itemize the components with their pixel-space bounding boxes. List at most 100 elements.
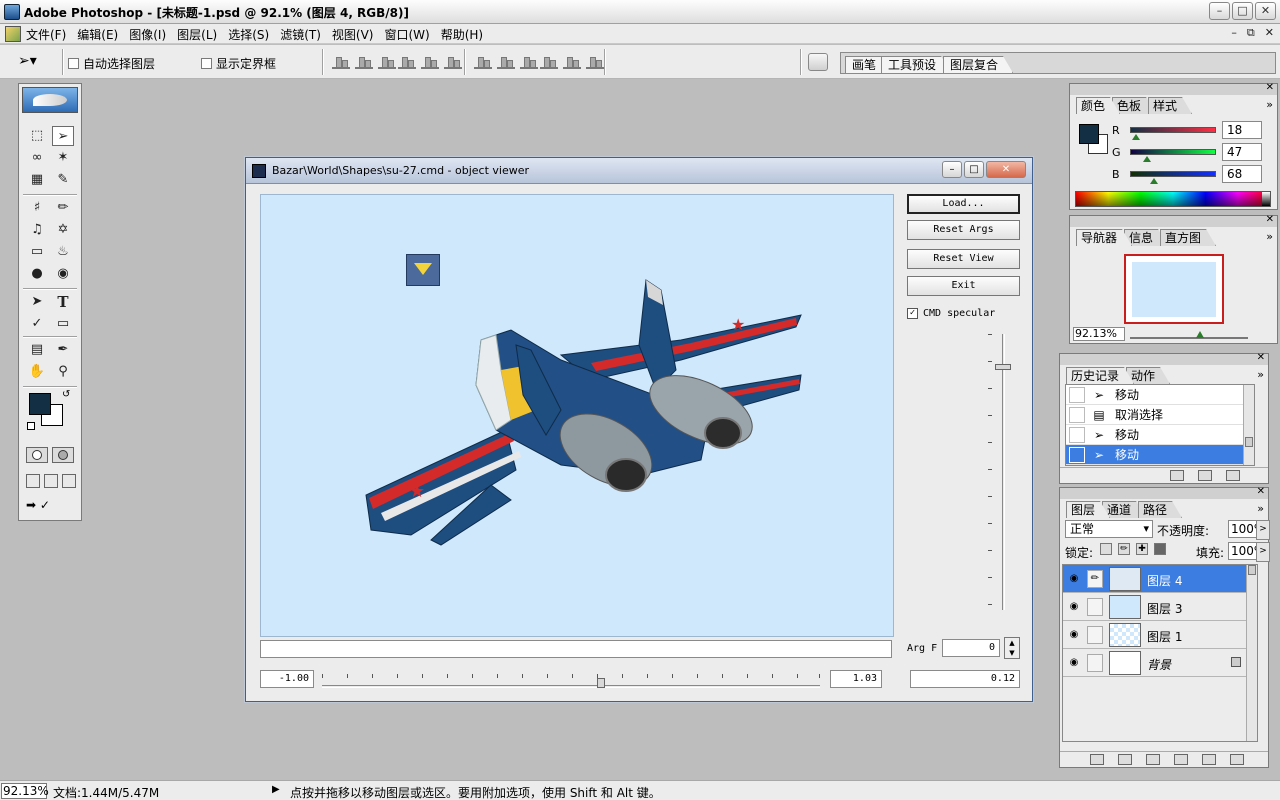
hand-tool-icon[interactable]: ✋	[26, 362, 48, 382]
layer-style-icon[interactable]	[1090, 754, 1104, 765]
eye-icon[interactable]: ◉	[1066, 600, 1082, 614]
jump-to-imageready-icon[interactable]: ➡ ✓	[26, 498, 76, 516]
doc-close-button[interactable]: ✕	[1265, 26, 1274, 40]
3d-viewport[interactable]: ★ ★	[260, 194, 894, 637]
history-source-box[interactable]	[1069, 426, 1085, 443]
vertical-slider-thumb[interactable]	[995, 364, 1011, 370]
slider-max-value[interactable]: 1.03	[830, 670, 882, 688]
navigator-thumbnail[interactable]	[1124, 254, 1224, 324]
eraser-tool-icon[interactable]: ▭	[26, 242, 48, 262]
navigator-zoom-input[interactable]: 92.13%	[1073, 327, 1125, 341]
layer-row-selected[interactable]: ◉ ✏ 图层 4	[1063, 565, 1249, 593]
palette-tab-layer-comps[interactable]: 图层复合	[943, 56, 1013, 73]
history-item-selected[interactable]: ➢ 移动	[1066, 445, 1254, 465]
reset-view-button[interactable]: Reset View	[907, 249, 1020, 269]
panel-menu-icon[interactable]: »	[1266, 98, 1273, 111]
healing-brush-tool-icon[interactable]: ♯	[26, 198, 48, 218]
link-icon[interactable]	[1087, 626, 1103, 644]
new-group-icon[interactable]	[1146, 754, 1160, 765]
history-source-box[interactable]	[1069, 446, 1085, 463]
standard-mode-icon[interactable]	[26, 447, 48, 463]
viewer-minimize-button[interactable]: –	[942, 161, 962, 178]
menu-filter[interactable]: 滤镜(T)	[280, 26, 321, 43]
foreground-color-swatch[interactable]	[29, 393, 51, 415]
menu-select[interactable]: 选择(S)	[228, 26, 269, 43]
align-vcenter-icon[interactable]	[355, 55, 373, 69]
layers-scroll-thumb[interactable]	[1248, 565, 1256, 575]
document-size-info[interactable]: 文档:1.44M/5.47M	[53, 784, 159, 800]
color-panel-header[interactable]: ✕	[1070, 82, 1277, 95]
opacity-input[interactable]: 100%	[1228, 520, 1270, 540]
trash-icon[interactable]	[1226, 470, 1240, 481]
status-menu-arrow-icon[interactable]: ▶	[272, 784, 280, 795]
navigator-zoom-slider[interactable]	[1130, 329, 1248, 339]
fill-input[interactable]: 100%	[1228, 542, 1270, 562]
move-tool-icon[interactable]: ➢	[52, 126, 74, 146]
marquee-tool-icon[interactable]: ⬚	[26, 126, 48, 146]
cmd-specular-checkbox-box[interactable]: ✓	[907, 308, 918, 319]
channel-r-input[interactable]: 18	[1222, 121, 1262, 139]
history-item[interactable]: ▤ 取消选择	[1066, 405, 1254, 425]
auto-select-layer-checkbox[interactable]: 自动选择图层	[68, 55, 155, 72]
cmd-specular-checkbox[interactable]: ✓ CMD specular	[907, 308, 995, 319]
doc-restore-button[interactable]: ⧉	[1247, 26, 1255, 40]
menu-layer[interactable]: 图层(L)	[177, 26, 217, 43]
path-selection-tool-icon[interactable]: ➤	[26, 292, 48, 312]
link-icon[interactable]	[1087, 598, 1103, 616]
palette-tab-tool-presets[interactable]: 工具预设	[881, 56, 951, 73]
close-button[interactable]: ✕	[1255, 2, 1276, 20]
channel-g-slider[interactable]	[1130, 149, 1216, 162]
slider-current-value[interactable]: 0.12	[910, 670, 1020, 688]
zoom-tool-icon[interactable]: ⚲	[52, 362, 74, 382]
file-browser-icon[interactable]	[808, 53, 828, 71]
channel-b-slider[interactable]	[1130, 171, 1216, 184]
doc-minimize-button[interactable]: –	[1231, 26, 1237, 40]
align-top-icon[interactable]	[332, 55, 350, 69]
quick-mask-mode-icon[interactable]	[52, 447, 74, 463]
paint-bucket-tool-icon[interactable]: ♨	[52, 242, 74, 262]
trash-icon[interactable]	[1230, 754, 1244, 765]
history-panel-header[interactable]: ✕	[1060, 352, 1268, 365]
layer-mask-icon[interactable]	[1118, 754, 1132, 765]
object-viewer-title-bar[interactable]: Bazar\World\Shapes\su-27.cmd - object vi…	[246, 158, 1032, 184]
blur-tool-icon[interactable]: ●	[26, 264, 48, 284]
arg-f-spinner[interactable]: ▲ ▼	[1004, 637, 1020, 659]
horizontal-slider[interactable]	[322, 664, 820, 690]
layer-row[interactable]: ◉ 图层 1	[1063, 621, 1249, 649]
align-left-icon[interactable]	[398, 55, 416, 69]
channel-r-slider[interactable]	[1130, 127, 1216, 140]
arg-f-input[interactable]: 0	[942, 639, 1000, 657]
distribute-vcenter-icon[interactable]	[497, 55, 515, 69]
shape-tool-icon[interactable]: ▭	[52, 314, 74, 334]
layer-row[interactable]: ◉ 图层 3	[1063, 593, 1249, 621]
clone-stamp-tool-icon[interactable]: ♫	[26, 220, 48, 240]
color-spectrum-ramp[interactable]	[1075, 191, 1271, 207]
render-mode-button[interactable]	[406, 254, 440, 286]
load-button[interactable]: Load...	[907, 194, 1020, 214]
layers-scrollbar[interactable]	[1246, 565, 1257, 741]
brush-link-icon[interactable]: ✏	[1087, 570, 1103, 588]
layer-row[interactable]: ◉ 背景	[1063, 649, 1249, 677]
menu-help[interactable]: 帮助(H)	[441, 26, 483, 43]
color-foreground-swatch[interactable]	[1079, 124, 1099, 144]
maximize-button[interactable]: □	[1232, 2, 1253, 20]
history-item[interactable]: ➢ 移动	[1066, 425, 1254, 445]
checkbox-box[interactable]	[201, 58, 212, 69]
full-screen-mode-icon[interactable]	[62, 474, 76, 488]
layer-name[interactable]: 图层 3	[1147, 600, 1182, 617]
viewer-close-button[interactable]: ✕	[986, 161, 1026, 178]
menu-edit[interactable]: 编辑(E)	[77, 26, 118, 43]
layer-name[interactable]: 图层 1	[1147, 628, 1182, 645]
move-tool-preset-icon[interactable]: ➢▾	[18, 53, 54, 71]
tab-navigator[interactable]: 导航器	[1076, 229, 1132, 246]
channel-g-input[interactable]: 47	[1222, 143, 1262, 161]
history-brush-tool-icon[interactable]: ✡	[52, 220, 74, 240]
align-bottom-icon[interactable]	[378, 55, 396, 69]
lock-transparency-icon[interactable]	[1100, 543, 1112, 555]
tab-histogram[interactable]: 直方图	[1160, 229, 1216, 246]
exit-button[interactable]: Exit	[907, 276, 1020, 296]
distribute-top-icon[interactable]	[474, 55, 492, 69]
tab-actions[interactable]: 动作	[1126, 367, 1170, 384]
close-icon[interactable]: ✕	[1257, 486, 1265, 497]
new-snapshot-icon[interactable]	[1198, 470, 1212, 481]
